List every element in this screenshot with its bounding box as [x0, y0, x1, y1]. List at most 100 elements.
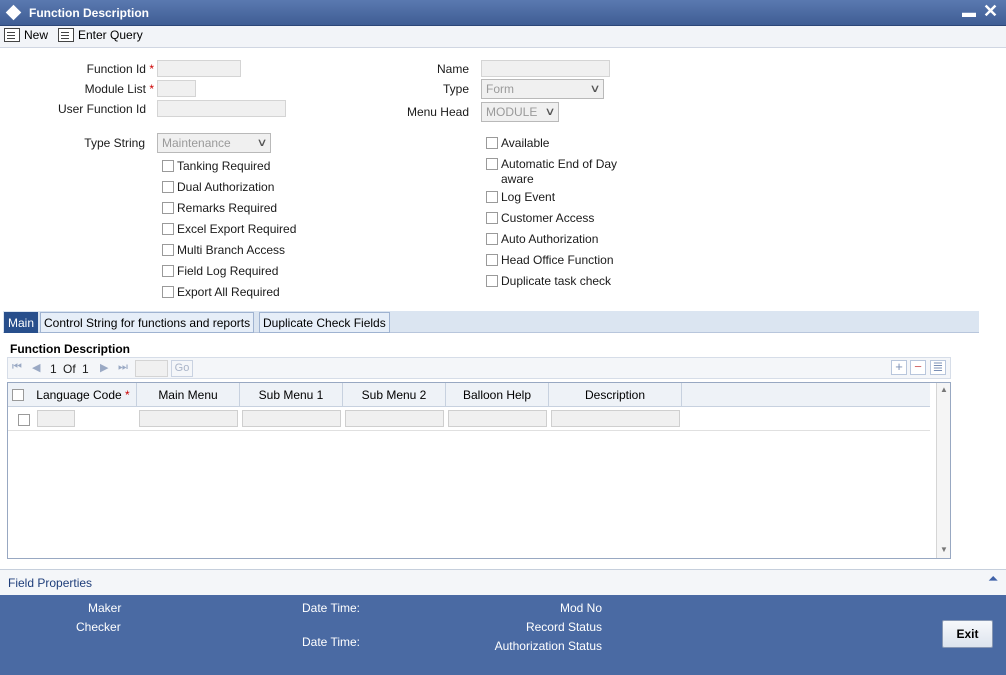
select-all-checkbox[interactable] — [12, 389, 24, 401]
pager-bar: ⏮ ◀ 1 Of 1 ▶ ⏭ Go + − ≣ — [7, 357, 951, 379]
head-office-function-label: Head Office Function — [501, 253, 614, 267]
prev-page-icon[interactable]: ◀ — [32, 361, 40, 374]
last-page-icon[interactable]: ⏭ — [118, 361, 128, 374]
tanking-required-label: Tanking Required — [177, 159, 271, 173]
description-input[interactable] — [551, 410, 680, 427]
field-log-required-checkbox[interactable] — [162, 265, 174, 277]
collapse-up-icon[interactable]: ⏶ — [988, 571, 998, 587]
tab-control-string[interactable]: Control String for functions and reports — [40, 312, 255, 333]
scroll-down-icon[interactable]: ▼ — [940, 545, 948, 554]
remarks-required-checkbox[interactable] — [162, 202, 174, 214]
chevron-down-icon: ∨ — [544, 106, 556, 118]
tab-main[interactable]: Main — [4, 312, 39, 333]
menu-head-select-value: MODULE — [486, 105, 538, 119]
delete-row-icon[interactable]: − — [910, 360, 926, 375]
sub-menu-1-input[interactable] — [242, 410, 341, 427]
pager-total: 1 — [82, 362, 89, 376]
customer-access-label: Customer Access — [501, 211, 595, 225]
pager-of-label: Of — [63, 362, 76, 376]
enter-query-label: Enter Query — [78, 28, 143, 42]
tab-duplicate-check-fields[interactable]: Duplicate Check Fields — [259, 312, 390, 333]
type-select-value: Form — [486, 82, 514, 96]
balloon-help-input[interactable] — [448, 410, 547, 427]
field-log-required-label: Field Log Required — [177, 264, 279, 278]
mod-no-label: Mod No — [559, 601, 602, 615]
field-properties-link[interactable]: Field Properties — [8, 576, 92, 590]
scroll-up-icon[interactable]: ▲ — [940, 385, 948, 394]
page-number-input[interactable] — [135, 360, 168, 377]
name-input[interactable] — [481, 60, 610, 77]
section-title: Function Description — [10, 342, 130, 356]
close-icon[interactable]: ✕ — [983, 1, 998, 22]
app-diamond-icon — [5, 4, 22, 21]
new-button-label: New — [24, 28, 49, 42]
exit-button[interactable]: Exit — [942, 620, 993, 648]
new-doc-icon — [4, 28, 20, 42]
new-button[interactable]: New — [4, 28, 48, 42]
log-event-checkbox[interactable] — [486, 191, 498, 203]
type-string-label: Type String — [84, 136, 145, 150]
record-status-label: Record Status — [525, 620, 602, 634]
column-balloon-help: Balloon Help — [446, 383, 549, 407]
column-sub-menu-1: Sub Menu 1 — [240, 383, 343, 407]
column-main-menu: Main Menu — [137, 383, 240, 407]
module-list-label: Module List * — [84, 82, 154, 96]
name-label: Name — [436, 62, 469, 76]
toolbar: New Enter Query — [0, 26, 1006, 48]
query-icon — [58, 28, 74, 42]
minimize-icon[interactable]: ▬ — [962, 4, 976, 20]
column-language-code: Language Code * — [30, 383, 137, 407]
excel-export-required-checkbox[interactable] — [162, 223, 174, 235]
auto-authorization-label: Auto Authorization — [501, 232, 599, 246]
duplicate-task-check-checkbox[interactable] — [486, 275, 498, 287]
multi-branch-access-checkbox[interactable] — [162, 244, 174, 256]
window-title: Function Description — [29, 6, 149, 20]
export-all-required-label: Export All Required — [177, 285, 280, 299]
automatic-eod-aware-checkbox[interactable] — [486, 158, 498, 170]
first-page-icon[interactable]: ⏮ — [12, 361, 22, 374]
maker-label: Maker — [88, 601, 122, 615]
menu-head-select[interactable]: MODULE ∨ — [481, 102, 559, 122]
row-select-checkbox[interactable] — [18, 414, 30, 426]
chevron-down-icon: ∨ — [256, 137, 268, 149]
user-function-id-input[interactable] — [157, 100, 286, 117]
available-label: Available — [501, 136, 550, 150]
multi-branch-access-label: Multi Branch Access — [177, 243, 286, 257]
export-all-required-checkbox[interactable] — [162, 286, 174, 298]
go-button[interactable]: Go — [171, 360, 193, 377]
authorization-status-label: Authorization Status — [494, 639, 602, 653]
log-event-label: Log Event — [501, 190, 556, 204]
chevron-down-icon: ∨ — [589, 83, 601, 95]
head-office-function-checkbox[interactable] — [486, 254, 498, 266]
maker-date-time-label: Date Time: — [302, 601, 361, 615]
remarks-required-label: Remarks Required — [177, 201, 278, 215]
add-row-icon[interactable]: + — [891, 360, 907, 375]
type-label: Type — [442, 82, 469, 96]
main-menu-input[interactable] — [139, 410, 238, 427]
grid-scrollbar[interactable]: ▲ ▼ — [936, 383, 950, 558]
menu-head-label: Menu Head — [406, 105, 469, 119]
function-description-grid: Language Code * Main Menu Sub Menu 1 Sub… — [7, 382, 951, 559]
field-properties-bar: Field Properties ⏶ — [0, 569, 1006, 595]
module-list-input[interactable] — [157, 80, 196, 97]
sub-menu-2-input[interactable] — [345, 410, 444, 427]
dual-authorization-checkbox[interactable] — [162, 181, 174, 193]
type-select[interactable]: Form ∨ — [481, 79, 604, 99]
column-description: Description — [549, 383, 682, 407]
excel-export-required-label: Excel Export Required — [177, 222, 297, 236]
table-row — [8, 407, 930, 431]
function-id-input[interactable] — [157, 60, 241, 77]
single-view-icon[interactable]: ≣ — [930, 360, 946, 375]
column-sub-menu-2: Sub Menu 2 — [343, 383, 446, 407]
enter-query-button[interactable]: Enter Query — [58, 28, 143, 42]
next-page-icon[interactable]: ▶ — [100, 361, 108, 374]
type-string-select[interactable]: Maintenance ∨ — [157, 133, 271, 153]
tanking-required-checkbox[interactable] — [162, 160, 174, 172]
type-string-select-value: Maintenance — [162, 136, 231, 150]
auto-authorization-checkbox[interactable] — [486, 233, 498, 245]
pager-current: 1 — [50, 362, 57, 376]
language-code-input[interactable] — [37, 410, 75, 427]
customer-access-checkbox[interactable] — [486, 212, 498, 224]
available-checkbox[interactable] — [486, 137, 498, 149]
function-id-label: Function Id * — [86, 62, 154, 76]
